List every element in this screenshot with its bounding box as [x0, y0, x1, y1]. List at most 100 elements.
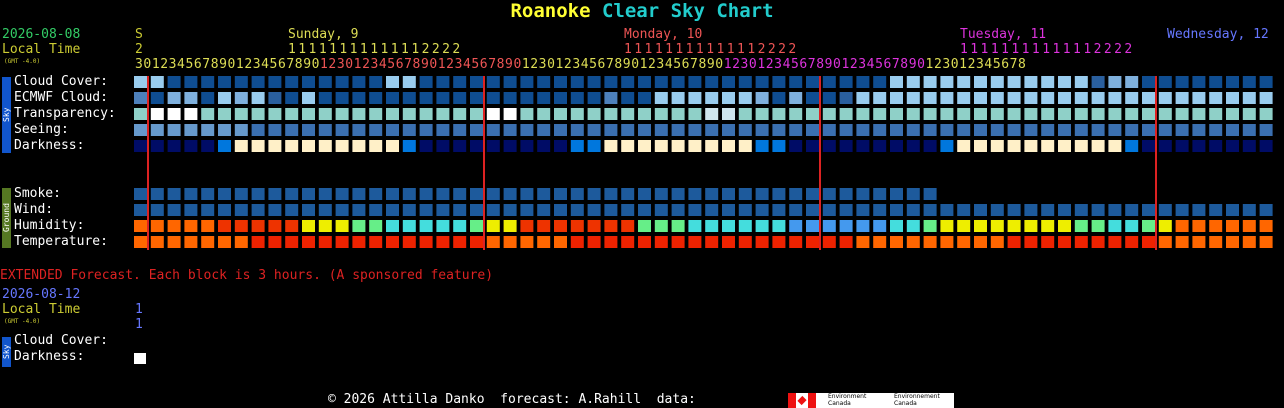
- smoke-block[interactable]: [201, 188, 215, 200]
- humidity-block[interactable]: [890, 220, 903, 232]
- humidity-block[interactable]: [285, 220, 299, 232]
- seeing-block[interactable]: [302, 124, 315, 136]
- ecmwf-cloud-block[interactable]: [906, 92, 920, 104]
- ecmwf-cloud-block[interactable]: [638, 92, 651, 104]
- humidity-block[interactable]: [318, 220, 332, 232]
- humidity-block[interactable]: [184, 220, 198, 232]
- seeing-block[interactable]: [822, 124, 836, 136]
- wind-block[interactable]: [722, 204, 735, 216]
- cloud-cover-block[interactable]: [167, 76, 181, 88]
- transparency-block[interactable]: [1209, 108, 1223, 120]
- darkness-block[interactable]: [184, 140, 198, 152]
- cloud-cover-block[interactable]: [688, 76, 702, 88]
- cloud-cover-block[interactable]: [587, 76, 601, 88]
- ecmwf-cloud-block[interactable]: [1175, 92, 1189, 104]
- smoke-block[interactable]: [251, 188, 265, 200]
- transparency-block[interactable]: [974, 108, 987, 120]
- transparency-block[interactable]: [654, 108, 668, 120]
- darkness-block[interactable]: [1242, 140, 1256, 152]
- wind-block[interactable]: [974, 204, 987, 216]
- darkness-block[interactable]: [990, 140, 1004, 152]
- cloud-cover-block[interactable]: [268, 76, 282, 88]
- humidity-block[interactable]: [856, 220, 870, 232]
- transparency-block[interactable]: [419, 108, 433, 120]
- transparency-block[interactable]: [520, 108, 534, 120]
- humidity-block[interactable]: [218, 220, 231, 232]
- wind-block[interactable]: [688, 204, 702, 216]
- cloud-cover-block[interactable]: [134, 76, 147, 88]
- ecmwf-cloud-block[interactable]: [688, 92, 702, 104]
- cloud-cover-block[interactable]: [419, 76, 433, 88]
- cloud-cover-block[interactable]: [654, 76, 668, 88]
- ecmwf-cloud-block[interactable]: [1058, 92, 1071, 104]
- ecmwf-cloud-block[interactable]: [1158, 92, 1172, 104]
- temperature-block[interactable]: [234, 236, 248, 248]
- transparency-block[interactable]: [839, 108, 853, 120]
- ecmwf-cloud-block[interactable]: [402, 92, 416, 104]
- wind-block[interactable]: [218, 204, 231, 216]
- cloud-cover-block[interactable]: [470, 76, 483, 88]
- temperature-block[interactable]: [520, 236, 534, 248]
- cloud-cover-block[interactable]: [990, 76, 1004, 88]
- ecmwf-cloud-block[interactable]: [234, 92, 248, 104]
- smoke-block[interactable]: [671, 188, 685, 200]
- transparency-block[interactable]: [1058, 108, 1071, 120]
- smoke-block[interactable]: [302, 188, 315, 200]
- seeing-block[interactable]: [1175, 124, 1189, 136]
- cloud-cover-block[interactable]: [1242, 76, 1256, 88]
- darkness-block[interactable]: [201, 140, 215, 152]
- transparency-block[interactable]: [268, 108, 282, 120]
- cloud-cover-block[interactable]: [1074, 76, 1088, 88]
- wind-block[interactable]: [772, 204, 786, 216]
- wind-block[interactable]: [705, 204, 719, 216]
- seeing-block[interactable]: [402, 124, 416, 136]
- ecmwf-cloud-block[interactable]: [386, 92, 399, 104]
- ecmwf-cloud-block[interactable]: [503, 92, 517, 104]
- humidity-block[interactable]: [352, 220, 366, 232]
- transparency-block[interactable]: [402, 108, 416, 120]
- darkness-block[interactable]: [1074, 140, 1088, 152]
- seeing-block[interactable]: [890, 124, 903, 136]
- humidity-block[interactable]: [1209, 220, 1223, 232]
- temperature-block[interactable]: [705, 236, 719, 248]
- darkness-block[interactable]: [554, 140, 567, 152]
- temperature-block[interactable]: [1226, 236, 1239, 248]
- smoke-block[interactable]: [688, 188, 702, 200]
- darkness-block[interactable]: [134, 140, 147, 152]
- transparency-block[interactable]: [318, 108, 332, 120]
- seeing-block[interactable]: [671, 124, 685, 136]
- smoke-block[interactable]: [806, 188, 819, 200]
- temperature-block[interactable]: [789, 236, 803, 248]
- darkness-block[interactable]: [318, 140, 332, 152]
- darkness-block[interactable]: [402, 140, 416, 152]
- humidity-block[interactable]: [755, 220, 769, 232]
- cloud-cover-block[interactable]: [1259, 76, 1273, 88]
- smoke-block[interactable]: [453, 188, 467, 200]
- cloud-cover-block[interactable]: [1108, 76, 1122, 88]
- smoke-block[interactable]: [402, 188, 416, 200]
- transparency-block[interactable]: [890, 108, 903, 120]
- seeing-block[interactable]: [486, 124, 500, 136]
- darkness-block[interactable]: [806, 140, 819, 152]
- ecmwf-cloud-block[interactable]: [218, 92, 231, 104]
- transparency-block[interactable]: [486, 108, 500, 120]
- temperature-block[interactable]: [1074, 236, 1088, 248]
- wind-block[interactable]: [369, 204, 383, 216]
- wind-block[interactable]: [570, 204, 584, 216]
- ecmwf-cloud-block[interactable]: [554, 92, 567, 104]
- ecmwf-cloud-block[interactable]: [1242, 92, 1256, 104]
- temperature-block[interactable]: [1242, 236, 1256, 248]
- darkness-block[interactable]: [570, 140, 584, 152]
- seeing-block[interactable]: [638, 124, 651, 136]
- smoke-block[interactable]: [167, 188, 181, 200]
- transparency-block[interactable]: [621, 108, 635, 120]
- humidity-block[interactable]: [671, 220, 685, 232]
- darkness-block[interactable]: [755, 140, 769, 152]
- cloud-cover-block[interactable]: [218, 76, 231, 88]
- smoke-block[interactable]: [856, 188, 870, 200]
- cloud-cover-block[interactable]: [402, 76, 416, 88]
- humidity-block[interactable]: [923, 220, 937, 232]
- ecmwf-cloud-block[interactable]: [587, 92, 601, 104]
- cloud-cover-block[interactable]: [201, 76, 215, 88]
- cloud-cover-block[interactable]: [1209, 76, 1223, 88]
